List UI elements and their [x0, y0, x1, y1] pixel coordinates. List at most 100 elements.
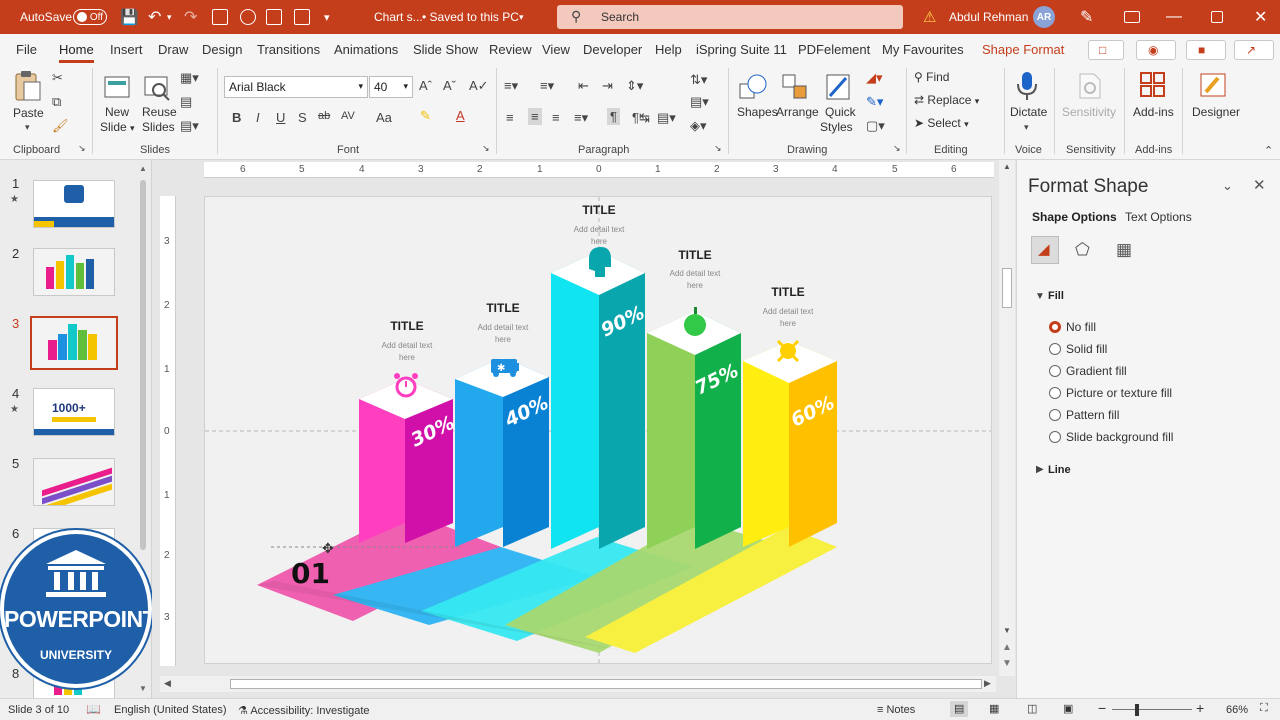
- reuse-slides-icon[interactable]: [142, 72, 172, 104]
- scroll-left-icon[interactable]: ◀: [164, 678, 171, 689]
- bar-1-detail[interactable]: Add detail text: [359, 341, 455, 350]
- tab-file[interactable]: File: [16, 42, 37, 57]
- tab-developer[interactable]: Developer: [583, 42, 642, 57]
- present-from-start-icon[interactable]: [212, 9, 228, 25]
- new-slide-icon[interactable]: [102, 72, 132, 104]
- designer-button[interactable]: Designer: [1192, 105, 1240, 119]
- radio-solid-fill[interactable]: [1049, 343, 1061, 355]
- bar-3-detail[interactable]: Add detail text: [551, 225, 647, 234]
- fill-section-header[interactable]: Fill: [1048, 290, 1064, 302]
- touch-mode-icon[interactable]: [240, 9, 256, 25]
- scroll-up-icon[interactable]: ▲: [139, 164, 147, 173]
- zoom-in-icon[interactable]: +: [1196, 700, 1204, 716]
- slide-background-fill-label[interactable]: Slide background fill: [1066, 430, 1173, 444]
- arrange-icon[interactable]: [780, 72, 810, 104]
- paragraph-launcher-icon[interactable]: ↘: [714, 143, 722, 154]
- radio-slide-background-fill[interactable]: [1049, 431, 1061, 443]
- bar-2-detail-line2[interactable]: here: [455, 335, 551, 344]
- bar-5-detail-line2[interactable]: here: [740, 319, 836, 328]
- picture-icon[interactable]: [266, 9, 282, 25]
- quick-styles-icon[interactable]: [824, 72, 854, 104]
- bar-5-detail[interactable]: Add detail text: [740, 307, 836, 316]
- microphone-icon[interactable]: [1012, 70, 1042, 102]
- teams-button[interactable]: ■: [1186, 40, 1226, 60]
- shadow-button[interactable]: S: [298, 110, 307, 125]
- slide-sorter-icon[interactable]: ▦: [989, 702, 999, 715]
- tab-home[interactable]: Home: [59, 42, 94, 63]
- collapse-fill-icon[interactable]: ▼: [1035, 291, 1045, 302]
- slide-vertical-scrollbar[interactable]: ▲ ▼ ▲ ▼: [999, 160, 1015, 676]
- tab-pdfelement[interactable]: PDFelement: [798, 42, 870, 57]
- size-properties-icon[interactable]: ▦: [1116, 240, 1132, 260]
- reuse-slides-button[interactable]: Reuse: [142, 105, 177, 119]
- increase-font-icon[interactable]: Aˆ: [419, 78, 432, 93]
- bar-3-left[interactable]: [551, 251, 599, 549]
- radio-gradient-fill[interactable]: [1049, 365, 1061, 377]
- bar-4-detail-line2[interactable]: here: [647, 281, 743, 290]
- tab-design[interactable]: Design: [202, 42, 242, 57]
- replace-button[interactable]: ⇄ Replace ▾: [914, 93, 979, 107]
- pattern-fill-label[interactable]: Pattern fill: [1066, 408, 1119, 422]
- reset-icon[interactable]: ▤: [180, 94, 192, 110]
- solid-fill-label[interactable]: Solid fill: [1066, 342, 1107, 356]
- paste-button[interactable]: Paste: [13, 106, 44, 120]
- zoom-level[interactable]: 66%: [1226, 704, 1248, 716]
- select-button[interactable]: ➤ Select ▾: [914, 116, 969, 130]
- align-left-icon[interactable]: ≡: [506, 110, 514, 125]
- tab-my-favourites[interactable]: My Favourites: [882, 42, 964, 57]
- tab-help[interactable]: Help: [655, 42, 682, 57]
- collapse-ribbon-icon[interactable]: ⌃: [1264, 144, 1273, 157]
- pen-icon[interactable]: ✎: [1080, 0, 1093, 34]
- close-pane-icon[interactable]: ✕: [1253, 176, 1266, 194]
- share-button[interactable]: ↗: [1234, 40, 1274, 60]
- search-input[interactable]: ⚲ Search: [557, 5, 903, 29]
- slide-thumbnail-5[interactable]: [33, 458, 115, 506]
- font-color-icon[interactable]: A: [456, 108, 465, 123]
- scroll-thumb[interactable]: [1002, 268, 1012, 308]
- document-title[interactable]: Chart s...: [374, 0, 423, 34]
- redo-icon[interactable]: ↷: [184, 0, 197, 34]
- change-case-button[interactable]: Aa: [376, 110, 392, 125]
- scroll-right-icon[interactable]: ▶: [984, 678, 991, 689]
- avatar[interactable]: AR: [1033, 6, 1055, 28]
- new-slide-button[interactable]: New: [105, 105, 129, 119]
- slide[interactable]: ✱ 30% 40% 90% 75% 60% 01 ✥ TITLE Add det…: [204, 196, 992, 664]
- undo-icon[interactable]: ↶: [148, 0, 161, 34]
- isometric-bar-infographic[interactable]: ✱ 30% 40% 90% 75% 60% 01 ✥: [205, 197, 992, 664]
- fit-to-window-icon[interactable]: ⛶: [1260, 702, 1268, 715]
- shape-effects-icon[interactable]: ▢▾: [866, 118, 885, 134]
- tab-insert[interactable]: Insert: [110, 42, 143, 57]
- next-slide-icon[interactable]: ▼: [1002, 658, 1012, 669]
- bar-2-title[interactable]: TITLE: [465, 301, 541, 315]
- line-spacing-icon[interactable]: ⇕▾: [626, 78, 643, 94]
- tab-review[interactable]: Review: [489, 42, 532, 57]
- scroll-up-icon[interactable]: ▲: [1003, 162, 1011, 171]
- normal-view-button[interactable]: ▤: [950, 701, 968, 717]
- slide-thumbnail-4[interactable]: 1000+: [33, 388, 115, 436]
- zoom-slider[interactable]: [1112, 709, 1192, 710]
- bold-button[interactable]: B: [232, 110, 241, 125]
- cut-icon[interactable]: ✂: [52, 70, 63, 86]
- strikethrough-button[interactable]: ab: [318, 110, 330, 122]
- reuse-slides-label2[interactable]: Slides: [142, 120, 175, 134]
- bar-2-detail[interactable]: Add detail text: [455, 323, 551, 332]
- underline-button[interactable]: U: [276, 110, 285, 125]
- record-button[interactable]: ◉: [1136, 40, 1176, 60]
- highlight-icon[interactable]: ✎: [420, 108, 431, 124]
- maximize-icon[interactable]: [1211, 11, 1223, 23]
- arrange-button[interactable]: Arrange: [776, 105, 819, 119]
- accessibility-status[interactable]: ⚗ Accessibility: Investigate: [238, 704, 370, 717]
- justify-icon[interactable]: ≡▾: [574, 110, 588, 126]
- slide-horizontal-scrollbar[interactable]: ◀ ▶: [160, 676, 996, 692]
- fill-line-tab[interactable]: ◢: [1031, 236, 1059, 264]
- quick-styles-label2[interactable]: Styles: [820, 120, 853, 134]
- font-launcher-icon[interactable]: ↘: [482, 143, 490, 154]
- bar-5-title[interactable]: TITLE: [750, 285, 826, 299]
- add-ins-button[interactable]: Add-ins: [1133, 105, 1174, 119]
- tab-view[interactable]: View: [542, 42, 570, 57]
- bar-3-right[interactable]: [599, 251, 645, 549]
- warning-icon[interactable]: ⚠: [923, 0, 936, 34]
- align-right-icon[interactable]: ≡: [552, 110, 560, 125]
- close-icon[interactable]: ✕: [1254, 0, 1267, 34]
- previous-slide-icon[interactable]: ▲: [1002, 642, 1012, 653]
